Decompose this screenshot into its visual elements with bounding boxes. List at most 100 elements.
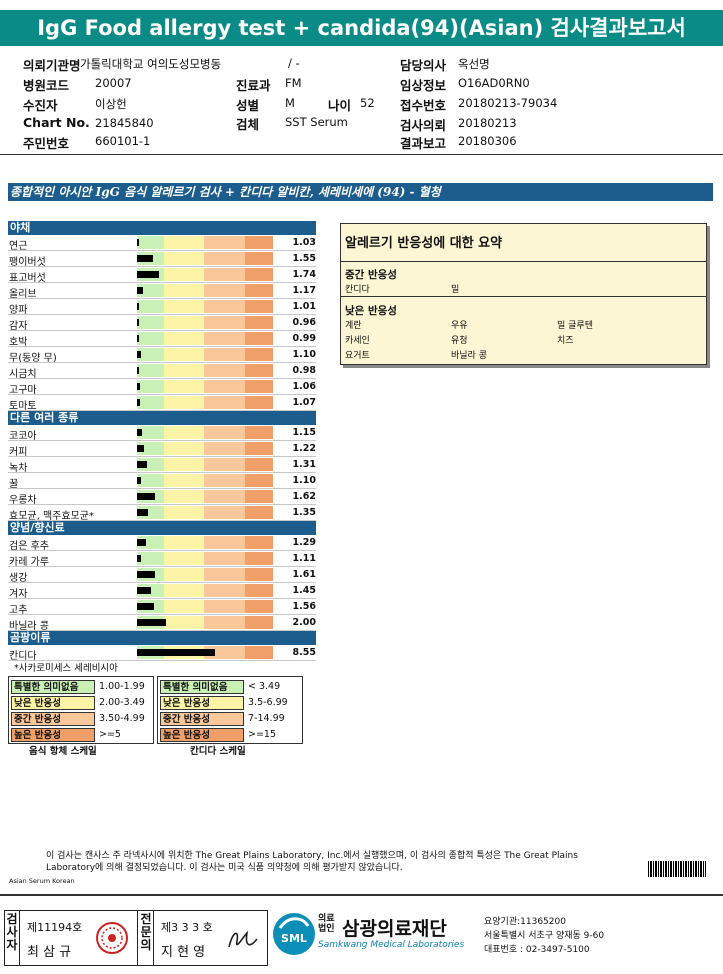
low-item: 계란 <box>345 321 362 331</box>
result-value: 0.98 <box>292 365 316 376</box>
collector-label: 수진자 <box>23 98 58 113</box>
scale-zones <box>137 364 273 377</box>
legend-label: 중간 반응성 <box>11 712 95 726</box>
reviewer-number: 제3 3 3 호 <box>161 921 213 934</box>
category-header: 곰팡이류 <box>8 631 316 645</box>
request-value: 20180213 <box>458 116 517 130</box>
company-prefix: 의료 법인 <box>318 914 335 934</box>
scale-zones <box>137 426 273 439</box>
result-row: 감자 0.96 <box>8 315 316 332</box>
result-bar <box>137 603 154 610</box>
result-bar <box>137 287 143 294</box>
legend-row: 높은 반응성 >=5 <box>9 727 155 743</box>
scale-zones <box>137 316 273 329</box>
result-bar <box>137 477 142 484</box>
scale-zones <box>137 284 273 297</box>
result-row: 꿀 1.10 <box>8 473 316 490</box>
legend-label: 특별한 의미없음 <box>160 680 244 694</box>
result-value: 1.17 <box>292 285 316 296</box>
result-bar <box>137 539 147 546</box>
result-bar <box>137 319 139 326</box>
company-phone: 대표번호 : 02-3497-5100 <box>484 945 590 955</box>
result-row: 겨자 1.45 <box>8 583 316 600</box>
result-value: 1.35 <box>292 507 316 518</box>
result-row: 바닐라 콩 2.00 <box>8 615 316 632</box>
company-prefix-bottom: 법인 <box>318 924 335 934</box>
ward-value: / - <box>288 56 300 70</box>
legend-range: 3.50-4.99 <box>99 713 145 724</box>
result-value: 1.61 <box>292 569 316 580</box>
chart-value: 21845840 <box>95 116 154 130</box>
result-bar <box>137 271 159 278</box>
age-label: 나이 <box>328 98 352 113</box>
candida-scale-legend: 특별한 의미없음 < 3.49 낮은 반응성 3.5-6.99 중간 반응성 7-14.9… <box>157 676 304 757</box>
legend-label: 특별한 의미없음 <box>11 680 95 694</box>
id-value: 660101-1 <box>95 134 151 148</box>
company-prefix-top: 의료 <box>318 914 335 924</box>
scale-zones <box>137 506 273 519</box>
result-bar <box>137 649 215 656</box>
result-value: 0.99 <box>292 333 316 344</box>
hospital-label: 의뢰기관명 <box>23 58 81 73</box>
logo-text: SML <box>281 932 307 945</box>
moderate-item: 밀 <box>451 285 460 295</box>
result-value: 1.03 <box>292 237 316 248</box>
legend-row: 중간 반응성 3.50-4.99 <box>9 711 155 727</box>
legend-row: 낮은 반응성 2.00-3.49 <box>9 695 155 711</box>
company-english: Samkwang Medical Laboratories <box>318 940 465 950</box>
result-bar <box>137 335 139 342</box>
result-value: 8.55 <box>292 647 316 658</box>
result-row: 표고버섯 1.74 <box>8 267 316 284</box>
disclaimer: 이 검사는 캔사스 주 라넥사시에 위치한 The Great Plains L… <box>46 851 578 873</box>
result-bar <box>137 619 166 626</box>
result-row: 검은 후추 1.29 <box>8 535 316 552</box>
result-row: 시금치 0.98 <box>8 363 316 380</box>
legend-row: 높은 반응성 >=15 <box>158 727 304 743</box>
low-item: 바닐라 콩 <box>451 351 487 361</box>
scale-zones <box>137 252 273 265</box>
tester-name: 최 삼 규 <box>27 945 72 960</box>
age-value: 52 <box>360 96 375 110</box>
summary-heading: 알레르기 반응성에 대한 요약 <box>345 236 503 251</box>
legend-range: >=15 <box>248 729 277 740</box>
result-value: 1.62 <box>292 491 316 502</box>
barcode <box>648 861 706 877</box>
scale-zones <box>137 536 273 549</box>
low-item: 밀 글루텐 <box>557 321 593 331</box>
result-row: 토마토 1.07 <box>8 395 316 412</box>
result-value: 1.74 <box>292 269 316 280</box>
result-bar <box>137 367 139 374</box>
scale-zones <box>137 348 273 361</box>
result-bar <box>137 587 151 594</box>
code-value: 20007 <box>95 76 132 90</box>
scale-zones <box>137 396 273 409</box>
reaction-summary: 알레르기 반응성에 대한 요약 중간 반응성 칸디다 밀 낮은 반응성 계란 우… <box>340 223 707 365</box>
result-row: 카레 가루 1.11 <box>8 551 316 568</box>
company-logo-icon: SML <box>273 913 315 955</box>
legend-range: 1.00-1.99 <box>99 681 145 692</box>
moderate-label: 중간 반응성 <box>345 269 397 281</box>
tester-number: 제11194호 <box>27 921 83 934</box>
result-value: 1.10 <box>292 475 316 486</box>
result-bar <box>137 383 140 390</box>
result-row: 호박 0.99 <box>8 331 316 348</box>
legend-row: 특별한 의미없음 < 3.49 <box>158 679 304 695</box>
result-bar <box>137 571 155 578</box>
request-label: 검사의뢰 <box>400 118 447 133</box>
scale-header <box>215 224 275 233</box>
result-value: 0.96 <box>292 317 316 328</box>
result-bar <box>137 399 141 406</box>
receipt-value: 20180213-79034 <box>458 96 558 110</box>
collector-value: 이상헌 <box>95 97 127 111</box>
result-value: 1.11 <box>292 553 316 564</box>
report-title: IgG Food allergy test + candida(94)(Asia… <box>0 10 723 46</box>
legend-range: 2.00-3.49 <box>99 697 145 708</box>
result-bar <box>137 445 145 452</box>
specimen-label: 검체 <box>236 117 260 132</box>
legend-row: 낮은 반응성 3.5-6.99 <box>158 695 304 711</box>
result-row: 효모균, 맥주효모균* 1.35 <box>8 505 316 522</box>
result-row: 무(동양 무) 1.10 <box>8 347 316 364</box>
legend-range: >=5 <box>99 729 121 740</box>
info-divider <box>0 154 723 155</box>
scale-zones <box>137 600 273 613</box>
